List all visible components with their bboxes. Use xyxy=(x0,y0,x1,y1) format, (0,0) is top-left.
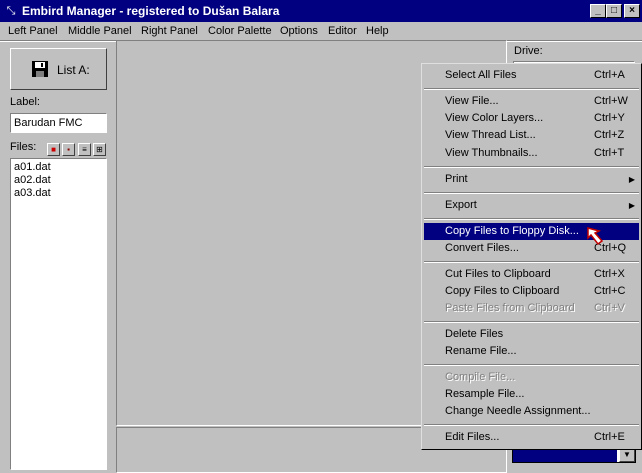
list-a-label: List A: xyxy=(57,63,90,77)
menu-color-palette[interactable]: Color Palette xyxy=(208,24,272,38)
menu-item-shortcut: Ctrl+X xyxy=(594,268,625,280)
menu-right-panel[interactable]: Right Panel xyxy=(141,24,198,38)
menu-item-shortcut: Ctrl+A xyxy=(594,69,625,81)
menu-item-print[interactable]: Print ▶ xyxy=(424,171,639,188)
menu-item-view-thread-list[interactable]: View Thread List... Ctrl+Z xyxy=(424,127,639,144)
menu-item-paste-files: Paste Files from Clipboard Ctrl+V xyxy=(424,300,639,317)
cursor-arrow-icon xyxy=(587,227,604,246)
menu-item-label: View Thread List... xyxy=(445,129,536,141)
floppy-disk-icon xyxy=(32,61,48,77)
list-item[interactable]: a03.dat xyxy=(14,187,51,200)
menu-item-edit-files[interactable]: Edit Files... Ctrl+E xyxy=(424,429,639,446)
menu-item-label: Convert Files... xyxy=(445,242,519,254)
file-list[interactable]: a01.dat a02.dat a03.dat xyxy=(10,158,107,470)
sort-name-icon[interactable]: ■ xyxy=(47,143,60,156)
needle-icon[interactable]: ⤡ xyxy=(4,4,18,18)
menu-item-label: Compile File... xyxy=(445,371,516,383)
label-caption: Label: xyxy=(10,96,40,108)
minimize-button[interactable]: _ xyxy=(590,4,606,18)
menu-help[interactable]: Help xyxy=(366,24,389,38)
chevron-down-icon[interactable]: ▼ xyxy=(619,448,635,462)
menu-item-label: Resample File... xyxy=(445,388,525,400)
context-menu: Select All Files Ctrl+A View File... Ctr… xyxy=(421,63,642,450)
menu-item-shortcut: Ctrl+E xyxy=(594,431,625,443)
close-button[interactable]: × xyxy=(624,4,640,18)
menu-item-view-file[interactable]: View File... Ctrl+W xyxy=(424,93,639,110)
menu-bar: Left Panel Middle Panel Right Panel Colo… xyxy=(0,22,642,40)
menu-item-label: Paste Files from Clipboard xyxy=(445,302,575,314)
menu-item-label: Copy Files to Floppy Disk... xyxy=(445,225,579,237)
menu-separator xyxy=(424,261,639,263)
files-caption: Files: xyxy=(10,141,37,153)
menu-item-shortcut: Ctrl+T xyxy=(594,147,625,159)
submenu-arrow-icon: ▶ xyxy=(628,175,635,184)
menu-item-cut-files[interactable]: Cut Files to Clipboard Ctrl+X xyxy=(424,266,639,283)
list-item[interactable]: a01.dat xyxy=(14,161,51,174)
menu-separator xyxy=(424,166,639,168)
menu-item-export[interactable]: Export ▶ xyxy=(424,197,639,214)
menu-separator xyxy=(424,218,639,220)
drive-caption: Drive: xyxy=(514,45,543,57)
menu-item-delete-files[interactable]: Delete Files xyxy=(424,326,639,343)
label-field-value: Barudan FMC xyxy=(14,117,83,129)
menu-item-shortcut: Ctrl+Z xyxy=(594,129,625,141)
list-view-icon[interactable]: ≡ xyxy=(78,143,91,156)
sort-type-icon[interactable]: ▪ xyxy=(62,143,75,156)
menu-item-label: Copy Files to Clipboard xyxy=(445,285,560,297)
menu-item-label: Print xyxy=(445,173,468,185)
menu-left-panel[interactable]: Left Panel xyxy=(8,24,58,38)
menu-item-shortcut: Ctrl+V xyxy=(594,302,625,314)
menu-separator xyxy=(424,321,639,323)
window-title: Embird Manager - registered to Dušan Bal… xyxy=(22,4,280,18)
menu-item-compile-file: Compile File... xyxy=(424,369,639,386)
menu-item-label: Select All Files xyxy=(445,69,517,81)
menu-item-shortcut: Ctrl+Y xyxy=(594,112,625,124)
label-field[interactable]: Barudan FMC xyxy=(10,113,107,133)
menu-item-shortcut: Ctrl+W xyxy=(594,95,628,107)
list-item[interactable]: a02.dat xyxy=(14,174,51,187)
menu-separator xyxy=(424,424,639,426)
menu-options[interactable]: Options xyxy=(280,24,318,38)
list-a-button[interactable]: List A: xyxy=(10,48,107,90)
menu-item-rename-file[interactable]: Rename File... xyxy=(424,343,639,360)
menu-item-label: Export xyxy=(445,199,477,211)
menu-item-change-needle[interactable]: Change Needle Assignment... xyxy=(424,403,639,420)
menu-item-resample-file[interactable]: Resample File... xyxy=(424,386,639,403)
menu-separator xyxy=(424,192,639,194)
menu-item-label: Delete Files xyxy=(445,328,504,340)
title-bar[interactable]: ⤡ Embird Manager - registered to Dušan B… xyxy=(0,0,642,22)
icon-view-icon[interactable]: ⊞ xyxy=(93,143,106,156)
menu-item-label: Rename File... xyxy=(445,345,517,357)
menu-item-shortcut: Ctrl+C xyxy=(594,285,626,297)
menu-item-label: Change Needle Assignment... xyxy=(445,405,591,417)
menu-item-label: Cut Files to Clipboard xyxy=(445,268,551,280)
menu-item-copy-files[interactable]: Copy Files to Clipboard Ctrl+C xyxy=(424,283,639,300)
menu-item-view-color-layers[interactable]: View Color Layers... Ctrl+Y xyxy=(424,110,639,127)
submenu-arrow-icon: ▶ xyxy=(628,201,635,210)
menu-separator xyxy=(424,88,639,90)
maximize-button[interactable]: □ xyxy=(606,4,622,18)
menu-item-label: View File... xyxy=(445,95,499,107)
menu-editor[interactable]: Editor xyxy=(328,24,357,38)
menu-item-select-all[interactable]: Select All Files Ctrl+A xyxy=(424,67,639,84)
menu-item-label: Edit Files... xyxy=(445,431,500,443)
menu-item-label: View Thumbnails... xyxy=(445,147,538,159)
menu-item-label: View Color Layers... xyxy=(445,112,544,124)
menu-middle-panel[interactable]: Middle Panel xyxy=(68,24,132,38)
menu-item-view-thumbnails[interactable]: View Thumbnails... Ctrl+T xyxy=(424,145,639,162)
menu-separator xyxy=(424,364,639,366)
